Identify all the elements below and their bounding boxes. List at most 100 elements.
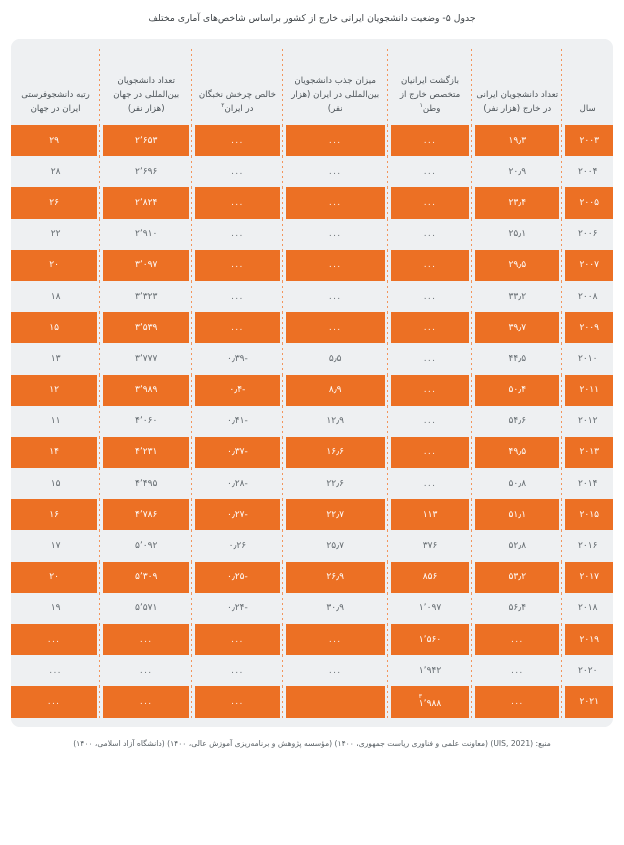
table-row: ۲۰۰۷ ۲۹٫۵......... ۳٬۰۹۷ ۲۰ bbox=[11, 249, 613, 282]
cell-abroad: ۲۰٫۹ bbox=[472, 156, 563, 188]
cell-abroad: ۵۴٫۶ bbox=[472, 405, 563, 438]
empty-value-placeholder: ... bbox=[47, 634, 61, 645]
cell-rank: ۱۵ bbox=[11, 312, 101, 344]
cell-value: ... bbox=[288, 655, 383, 686]
table-row: ۲۰۱۹... ۱٬۵۶۰............ bbox=[11, 624, 613, 656]
cell-rank: ۲۹ bbox=[11, 125, 101, 157]
cell-value: ... bbox=[390, 125, 470, 157]
table-row: ۲۰۱۱ ۵۰٫۴... ۸٫۹ -۰٫۴ ۳٬۹۸۹ ۱۲ bbox=[11, 374, 613, 406]
cell-abroad: ۵۰٫۸ bbox=[472, 468, 563, 500]
table-row: ۲۰۲۱... ۳ ۱٬۹۸۸......... bbox=[11, 686, 613, 718]
cell-value: ۲۶٫۹ bbox=[285, 561, 385, 593]
cell-value: ۲۹٫۵ bbox=[475, 249, 560, 281]
cell-year: ۲۰۰۴ bbox=[562, 156, 613, 188]
cell-brain: -۰٫۲۴ bbox=[192, 592, 283, 625]
cell-intl: ... bbox=[100, 655, 193, 687]
cell-rank: ۱۱ bbox=[11, 405, 101, 438]
empty-value-placeholder: ... bbox=[139, 665, 153, 676]
cell-abroad: ۳۹٫۷ bbox=[472, 312, 563, 344]
empty-value-placeholder: ... bbox=[231, 229, 244, 240]
cell-year: ۲۰۰۵ bbox=[562, 187, 613, 219]
cell-year: ۲۰۰۹ bbox=[562, 312, 613, 344]
cell-attract bbox=[282, 686, 389, 718]
cell-brain: ... bbox=[192, 156, 283, 188]
cell-value: ۲۰۱۸ bbox=[577, 603, 598, 614]
cell-value: ... bbox=[197, 219, 277, 250]
cell-attract: ... bbox=[282, 655, 389, 687]
cell-value: ۲۰ bbox=[11, 561, 98, 593]
statistics-table: سال تعداد دانشجویان ایرانی در خارج (هزار … bbox=[11, 39, 613, 718]
cell-value: ... bbox=[390, 374, 470, 406]
table-header: سال تعداد دانشجویان ایرانی در خارج (هزار … bbox=[11, 39, 613, 126]
cell-attract: ... bbox=[282, 624, 389, 656]
cell-value: ۲۰۰۴ bbox=[577, 166, 598, 177]
cell-brain: ... bbox=[192, 312, 283, 344]
cell-value: ۵٬۵۷۱ bbox=[134, 603, 158, 614]
cell-year: ۲۰۱۹ bbox=[562, 624, 613, 656]
cell-value: ۲۰۰۳ bbox=[565, 125, 613, 157]
cell-value: ... bbox=[105, 655, 187, 686]
cell-value: ۲٬۶۵۳ bbox=[103, 125, 190, 157]
empty-value-placeholder: ... bbox=[139, 696, 153, 707]
column-header-rank: رتبه دانشجوفرستی ایران در جهان bbox=[11, 39, 101, 126]
cell-attract: ... bbox=[282, 280, 389, 313]
cell-value: ۲۰۱۰ bbox=[577, 353, 598, 364]
empty-value-placeholder: ... bbox=[139, 634, 153, 645]
cell-rank: ۱۲ bbox=[11, 374, 101, 406]
cell-rank: ... bbox=[11, 686, 101, 718]
cell-brain: ... bbox=[192, 187, 283, 219]
cell-value: ۲۰۰۹ bbox=[565, 312, 613, 344]
cell-value: ۱۳ bbox=[50, 353, 61, 364]
cell-value: ۱۶٫۶ bbox=[285, 436, 385, 469]
column-header-return: بازگشت ایرانیان متخصص خارج از وطن۱ bbox=[387, 39, 473, 126]
empty-value-placeholder: ... bbox=[47, 696, 61, 707]
cell-value: ۲۸ bbox=[50, 166, 61, 177]
cell-value: ۱۷ bbox=[50, 541, 61, 552]
cell-year: ۲۰۱۷ bbox=[562, 561, 613, 593]
cell-attract: ۲۶٫۹ bbox=[282, 561, 389, 594]
cell-value: ۱۹ bbox=[50, 603, 61, 614]
table-row: ۲۰۱۷ ۵۳٫۲ ۸۵۶ ۲۶٫۹ -۰٫۲۵ ۵٬۳۰۹ ۲۰ bbox=[11, 561, 613, 594]
cell-brain: ... bbox=[192, 624, 283, 656]
cell-value: ... bbox=[393, 406, 467, 437]
cell-intl: ... bbox=[100, 686, 193, 718]
cell-value: ۱٬۵۶۰ bbox=[390, 624, 470, 656]
cell-value: -۰٫۲۸ bbox=[226, 478, 248, 489]
cell-value: -۰٫۴ bbox=[195, 374, 280, 406]
cell-value: ... bbox=[393, 281, 467, 312]
cell-value: ۵۶٫۴ bbox=[508, 603, 527, 614]
cell-intl: ۲٬۸۲۴ bbox=[100, 187, 193, 219]
empty-value-placeholder: ... bbox=[328, 229, 342, 240]
cell-return: ... bbox=[387, 156, 473, 188]
cell-return: ۳۷۶ bbox=[387, 530, 473, 562]
statistics-table-container: سال تعداد دانشجویان ایرانی در خارج (هزار … bbox=[11, 39, 613, 727]
cell-return: ... bbox=[387, 187, 473, 219]
cell-attract: ۳۰٫۹ bbox=[282, 592, 389, 625]
cell-year: ۲۰۱۵ bbox=[562, 499, 613, 531]
cell-value: ... bbox=[288, 219, 383, 250]
cell-value: ... bbox=[288, 281, 383, 312]
empty-value-placeholder: ... bbox=[511, 665, 524, 676]
cell-return: ۱٬۰۹۷ bbox=[387, 592, 473, 625]
cell-year: ۲۰۱۰ bbox=[562, 343, 613, 375]
empty-value-placeholder: ... bbox=[328, 135, 342, 146]
cell-value: ۲۰۱۷ bbox=[565, 561, 613, 593]
cell-attract: ... bbox=[282, 312, 389, 344]
cell-year: ۲۰۰۶ bbox=[562, 218, 613, 250]
cell-value: ۸۵۶ bbox=[390, 561, 470, 593]
empty-value-placeholder: ... bbox=[231, 322, 244, 333]
cell-value: ۲۰۱۴ bbox=[577, 478, 598, 489]
cell-abroad: ۲۳٫۴ bbox=[472, 187, 563, 219]
cell-value: ۱٬۹۴۲ bbox=[418, 665, 442, 676]
cell-return: ۳ ۱٬۹۸۸ bbox=[387, 686, 473, 718]
cell-value: ۵٫۵ bbox=[328, 353, 342, 364]
cell-value: ۲۲٫۷ bbox=[285, 499, 385, 531]
cell-value: ۳۷۶ bbox=[422, 541, 438, 552]
column-header-intl: تعداد دانشجویان بین‌المللی در جهان (هزار… bbox=[100, 39, 193, 126]
cell-value: ۴۹٫۵ bbox=[475, 436, 560, 469]
cell-intl: ۵٬۳۰۹ bbox=[100, 561, 193, 594]
cell-rank: ۲۲ bbox=[11, 218, 101, 250]
cell-attract: ۲۲٫۶ bbox=[282, 468, 389, 500]
cell-attract: ... bbox=[282, 125, 389, 157]
cell-value: ... bbox=[390, 249, 470, 281]
